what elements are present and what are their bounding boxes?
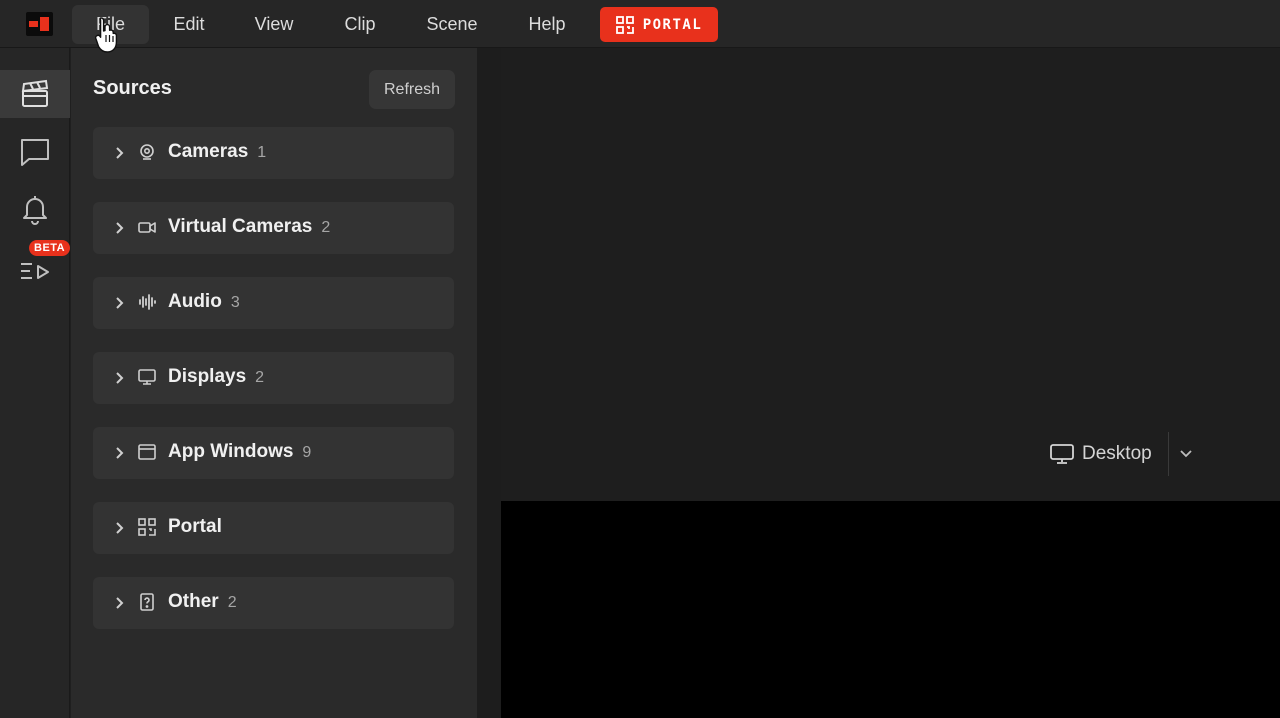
source-group-label: Virtual Cameras 2 xyxy=(168,216,331,237)
source-group-other[interactable]: Other 2 xyxy=(93,577,454,629)
portal-button[interactable]: PORTAL xyxy=(600,7,718,42)
display-select-divider xyxy=(1168,432,1169,476)
source-group-count: 1 xyxy=(257,144,267,161)
playlist-icon xyxy=(21,263,49,279)
panel-divider[interactable] xyxy=(477,48,501,718)
portal-button-label: PORTAL xyxy=(642,16,703,33)
chevron-right-icon xyxy=(116,372,124,384)
source-group-label: Displays 2 xyxy=(168,366,265,387)
menu-edit[interactable]: Edit xyxy=(160,5,218,44)
waveform-icon xyxy=(139,294,156,310)
monitor-icon xyxy=(1050,444,1074,464)
sources-title: Sources xyxy=(93,77,172,99)
source-group-virtual-cameras[interactable]: Virtual Cameras 2 xyxy=(93,202,454,254)
portal-icon xyxy=(615,15,634,34)
source-group-displays[interactable]: Displays 2 xyxy=(93,352,454,404)
source-group-count: 9 xyxy=(302,444,312,461)
menu-help[interactable]: Help xyxy=(514,5,580,44)
display-select[interactable]: Desktop xyxy=(1050,432,1152,476)
app-logo-icon xyxy=(26,12,53,36)
source-group-audio[interactable]: Audio 3 xyxy=(93,277,454,329)
source-group-count: 3 xyxy=(230,294,240,311)
source-group-portal[interactable]: Portal xyxy=(93,502,454,554)
rail-scenes-button[interactable] xyxy=(0,70,70,118)
rail-chat-button[interactable] xyxy=(0,128,70,176)
portal-icon xyxy=(138,518,156,536)
app-window-icon xyxy=(138,444,156,460)
chevron-right-icon xyxy=(116,297,124,309)
menu-scene[interactable]: Scene xyxy=(413,5,491,44)
menu-view[interactable]: View xyxy=(241,5,307,44)
source-group-label: Cameras 1 xyxy=(168,141,267,162)
question-file-icon xyxy=(140,593,154,611)
bell-icon xyxy=(23,196,47,225)
source-group-label: Portal xyxy=(168,516,222,537)
clapperboard-icon xyxy=(21,79,49,107)
webcam-icon xyxy=(140,144,154,160)
menu-bar: File Edit View Clip Scene Help PORTAL xyxy=(0,0,1280,48)
chevron-right-icon xyxy=(116,147,124,159)
chevron-down-icon[interactable] xyxy=(1178,447,1194,461)
chat-bubble-icon xyxy=(21,139,49,166)
source-group-count: 2 xyxy=(255,369,265,386)
source-group-count: 2 xyxy=(227,594,237,611)
refresh-button[interactable]: Refresh xyxy=(369,70,455,109)
source-group-label: Other 2 xyxy=(168,591,237,612)
sources-panel: Sources Refresh Cameras 1 Virtual Cameras… xyxy=(71,48,477,718)
source-group-app-windows[interactable]: App Windows 9 xyxy=(93,427,454,479)
source-group-label: App Windows 9 xyxy=(168,441,312,462)
source-group-cameras[interactable]: Cameras 1 xyxy=(93,127,454,179)
left-rail: BETA xyxy=(0,48,71,718)
chevron-right-icon xyxy=(116,447,124,459)
chevron-right-icon xyxy=(116,222,124,234)
source-group-count: 2 xyxy=(321,219,331,236)
monitor-icon xyxy=(138,369,156,385)
chevron-right-icon xyxy=(116,522,124,534)
beta-badge: BETA xyxy=(29,240,71,256)
video-camera-icon xyxy=(138,222,156,233)
menu-file[interactable]: File xyxy=(72,5,149,44)
display-select-value: Desktop xyxy=(1082,443,1152,464)
rail-notifications-button[interactable] xyxy=(0,185,70,233)
preview-canvas[interactable] xyxy=(501,501,1280,718)
chevron-right-icon xyxy=(116,597,124,609)
source-group-label: Audio 3 xyxy=(168,291,240,312)
menu-clip[interactable]: Clip xyxy=(330,5,390,44)
